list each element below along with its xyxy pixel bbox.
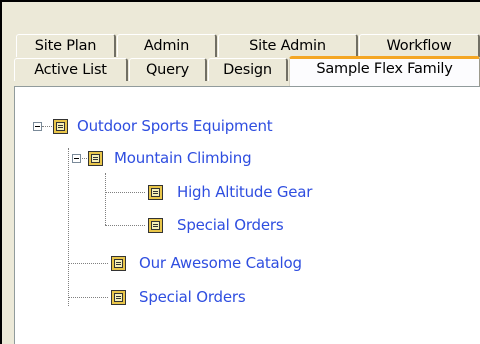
tree-connector — [105, 225, 145, 226]
tab-query[interactable]: Query — [129, 58, 207, 81]
flex-family-icon — [88, 151, 103, 166]
tree-connector — [105, 192, 145, 193]
tab-site-plan[interactable]: Site Plan — [16, 34, 116, 57]
tree-connector — [68, 263, 108, 264]
flex-family-icon — [111, 256, 126, 271]
flex-family-icon — [148, 185, 163, 200]
tree-connector — [42, 126, 52, 127]
tree-node-label[interactable]: High Altitude Gear — [177, 183, 312, 201]
tree-connector — [105, 173, 106, 225]
tab-site-admin[interactable]: Site Admin — [218, 34, 358, 57]
tree-node-label[interactable]: Special Orders — [139, 288, 246, 306]
tab-active-list[interactable]: Active List — [14, 58, 128, 81]
flex-family-icon — [111, 290, 126, 305]
tree-node-label[interactable]: Special Orders — [177, 216, 284, 234]
flex-family-icon — [148, 218, 163, 233]
tree-node-label[interactable]: Outdoor Sports Equipment — [77, 117, 273, 135]
tab-workflow[interactable]: Workflow — [359, 34, 480, 57]
tree-node-label[interactable]: Mountain Climbing — [114, 149, 252, 167]
tree-node-label[interactable]: Our Awesome Catalog — [139, 254, 302, 272]
minus-box-icon[interactable] — [33, 122, 42, 131]
tab-design[interactable]: Design — [208, 58, 288, 81]
tree-connector — [68, 297, 108, 298]
tree-connector — [68, 148, 69, 306]
tab-sample-flex-family[interactable]: Sample Flex Family — [289, 56, 480, 86]
minus-box-icon[interactable] — [72, 154, 81, 163]
content-panel: Outdoor Sports Equipment Mountain Climbi… — [14, 86, 480, 344]
tab-admin[interactable]: Admin — [117, 34, 217, 57]
flex-family-icon — [53, 119, 68, 134]
